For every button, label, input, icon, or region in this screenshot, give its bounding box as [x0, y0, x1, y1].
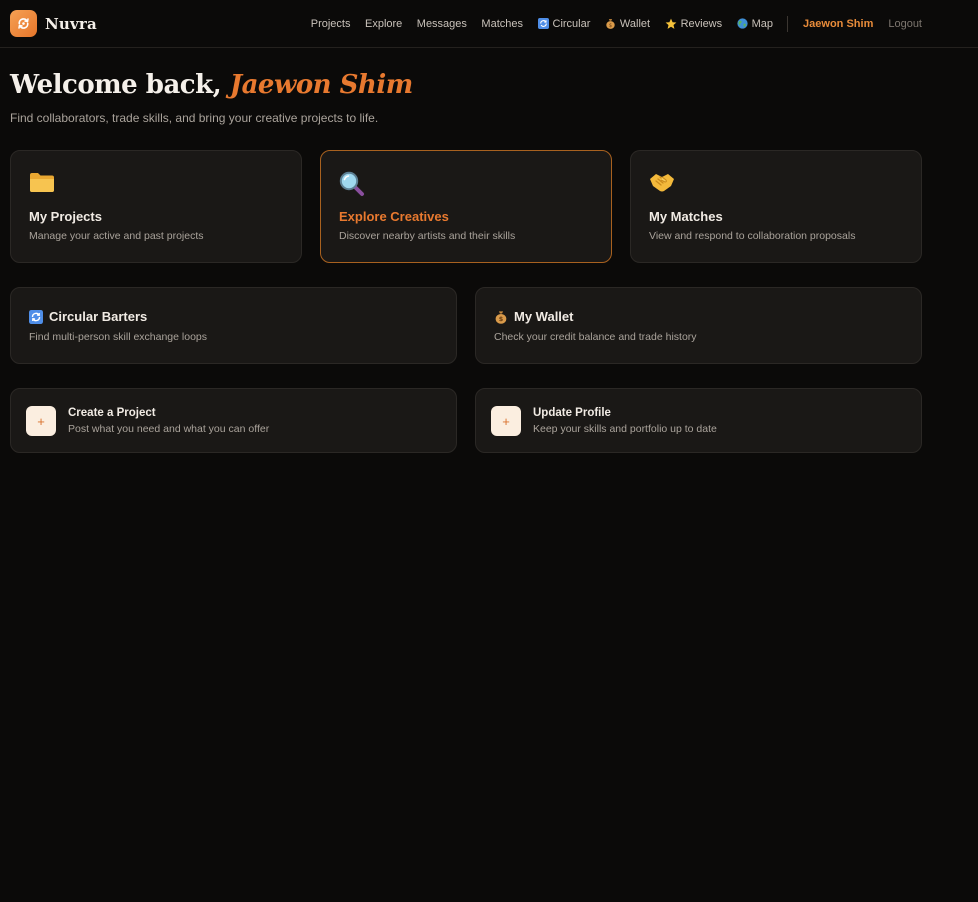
nav-label: Reviews: [680, 17, 723, 30]
nav-map[interactable]: Map: [737, 18, 773, 30]
card-title: Explore Creatives: [339, 209, 449, 224]
action-title: Create a Project: [68, 407, 156, 419]
cycle-arrows-icon: [537, 18, 549, 29]
nav-projects[interactable]: Projects: [311, 18, 351, 30]
card-circular-barters[interactable]: Circular Barters Find multi-person skill…: [10, 287, 457, 364]
welcome-greeting: Welcome back,: [10, 70, 222, 100]
nav-label: Matches: [481, 17, 523, 30]
globe-icon: [737, 18, 748, 29]
logout-link[interactable]: Logout: [888, 18, 922, 30]
plus-icon: +: [491, 406, 521, 436]
plus-icon: +: [26, 406, 56, 436]
star-icon: [665, 18, 677, 30]
nav-label: Wallet: [619, 17, 651, 30]
page-title: Welcome back, Jaewon Shim: [10, 70, 413, 100]
nav-links: Projects Explore Messages Matches Circul…: [296, 0, 922, 47]
cycle-arrows-icon: [29, 309, 43, 324]
card-description: Find multi-person skill exchange loops: [29, 331, 208, 343]
nav-circular[interactable]: Circular: [537, 17, 591, 30]
nav-reviews[interactable]: Reviews: [665, 17, 723, 30]
card-my-projects[interactable]: My Projects Manage your active and past …: [10, 150, 302, 263]
nav-label: Projects: [310, 17, 351, 30]
card-title-text: Circular Barters: [49, 309, 148, 324]
card-my-wallet[interactable]: $ My Wallet Check your credit balance an…: [475, 287, 922, 364]
card-description: Discover nearby artists and their skills: [339, 230, 516, 242]
page-subtitle: Find collaborators, trade skills, and br…: [10, 111, 379, 125]
nav-label: Explore: [364, 17, 403, 30]
nav-matches[interactable]: Matches: [481, 18, 523, 30]
folder-icon: [29, 171, 55, 198]
nav-label: Messages: [416, 17, 467, 30]
card-my-matches[interactable]: My Matches View and respond to collabora…: [630, 150, 922, 263]
handshake-icon: [649, 171, 675, 198]
welcome-user-name: Jaewon Shim: [229, 70, 413, 100]
svg-text:$: $: [609, 23, 612, 29]
action-title: Update Profile: [533, 407, 611, 419]
nav-label: Map: [751, 17, 774, 30]
nav-user-profile[interactable]: Jaewon Shim: [803, 18, 873, 30]
money-bag-icon: $: [605, 18, 616, 29]
card-title: $ My Wallet: [494, 309, 573, 324]
card-title: Circular Barters: [29, 309, 147, 324]
action-description: Post what you need and what you can offe…: [68, 423, 270, 435]
card-title-text: My Wallet: [514, 309, 574, 324]
nav-explore[interactable]: Explore: [365, 18, 402, 30]
top-nav-bar: Nuvra Projects Explore Messages Matches …: [0, 0, 978, 48]
nav-messages[interactable]: Messages: [417, 18, 467, 30]
card-title: My Projects: [29, 209, 102, 224]
brand-link[interactable]: Nuvra: [10, 10, 97, 37]
brand-name: Nuvra: [45, 14, 97, 33]
magnifier-icon: [339, 171, 365, 202]
card-title: My Matches: [649, 209, 723, 224]
nav-wallet[interactable]: $ Wallet: [605, 18, 650, 30]
card-description: Check your credit balance and trade hist…: [494, 331, 697, 343]
action-description: Keep your skills and portfolio up to dat…: [533, 423, 717, 435]
card-description: View and respond to collaboration propos…: [649, 230, 856, 242]
svg-text:$: $: [499, 315, 504, 323]
card-description: Manage your active and past projects: [29, 230, 204, 242]
money-bag-icon: $: [494, 310, 508, 324]
cycle-icon: [10, 10, 37, 37]
nav-divider: [787, 15, 789, 32]
create-project-button[interactable]: + Create a Project Post what you need an…: [10, 388, 457, 453]
nav-label: Circular: [552, 17, 591, 30]
card-explore-creatives[interactable]: Explore Creatives Discover nearby artist…: [320, 150, 612, 263]
update-profile-button[interactable]: + Update Profile Keep your skills and po…: [475, 388, 922, 453]
